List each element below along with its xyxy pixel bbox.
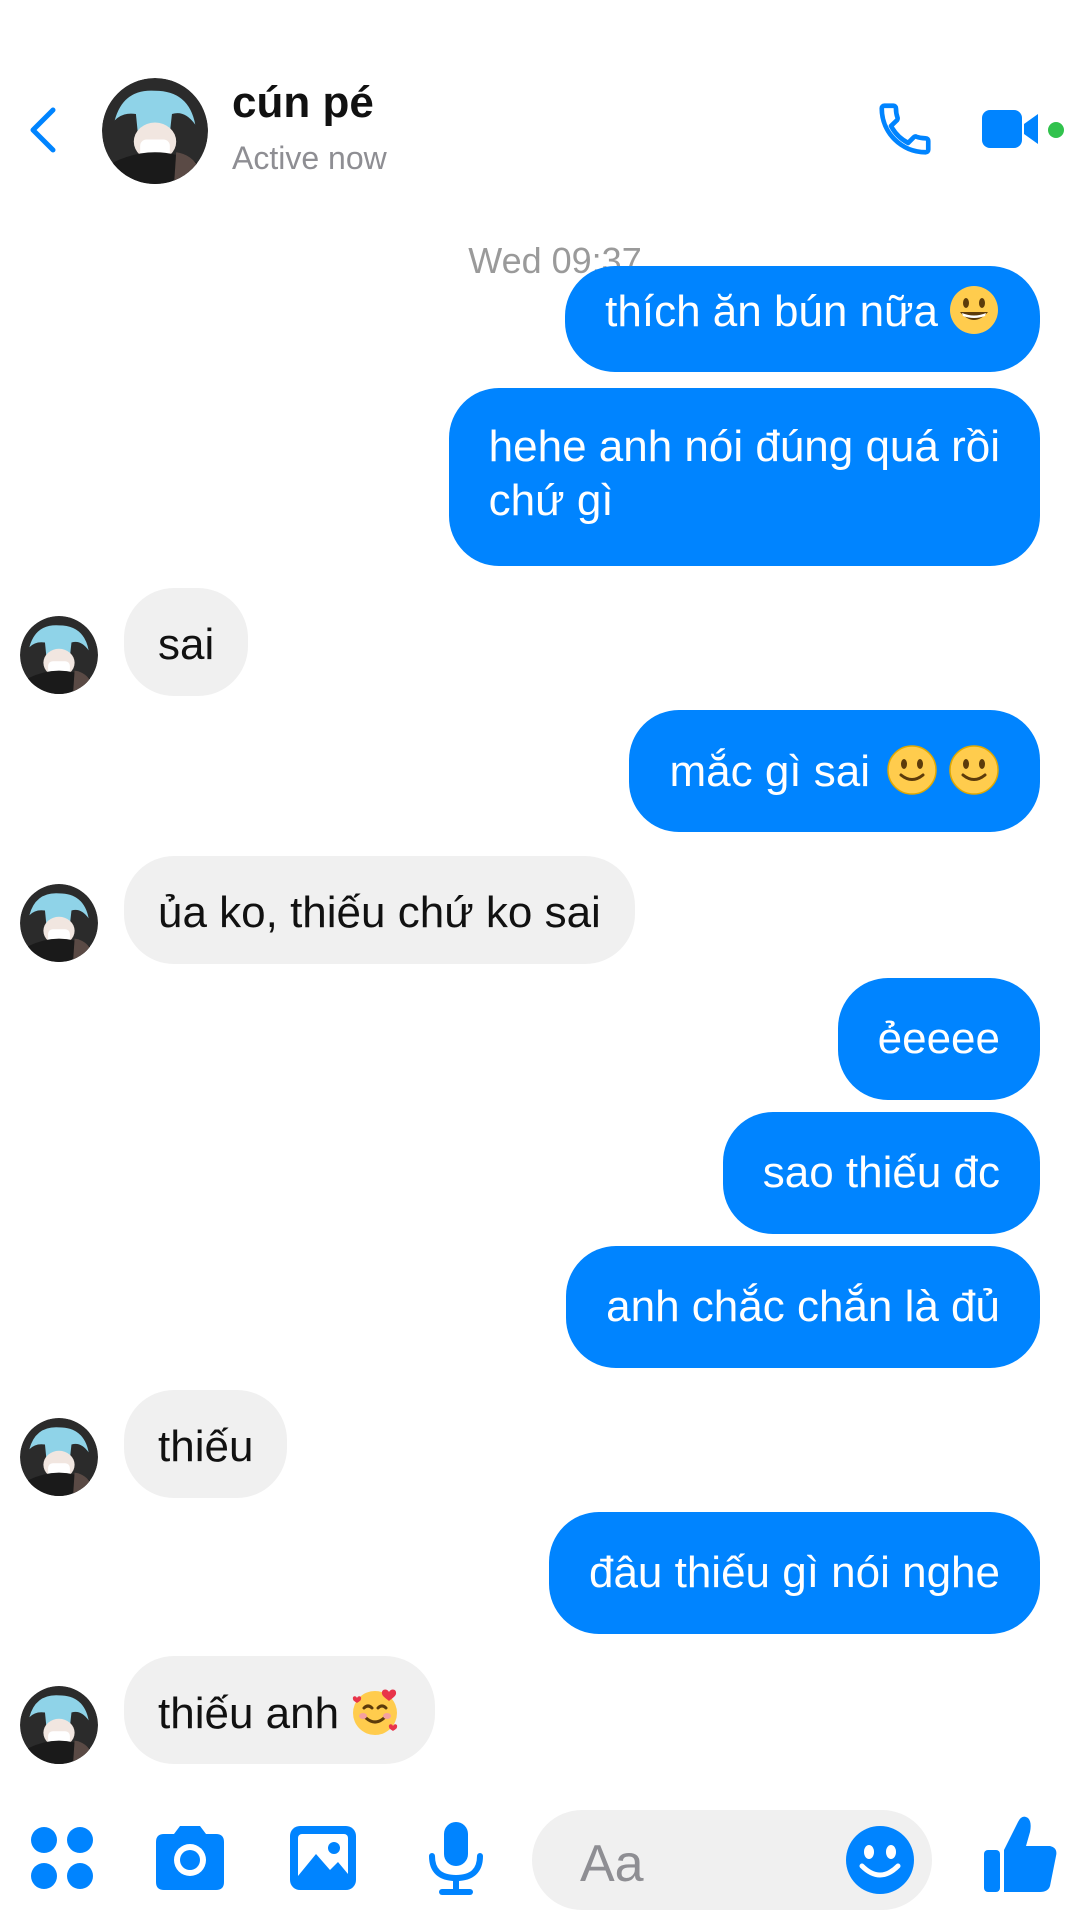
camera-icon: [156, 1826, 224, 1890]
contact-avatar-small[interactable]: [20, 1686, 98, 1764]
smiling-face-with-hearts-emoji-icon: [352, 1689, 398, 1735]
slightly-smiling-face-emoji-icon: [949, 745, 999, 795]
apps-button[interactable]: [22, 1818, 102, 1898]
message-bubble-incoming[interactable]: ủa ko, thiếu chứ ko sai: [124, 856, 635, 964]
message-text: thiếu: [158, 1422, 254, 1471]
message-text: đâu thiếu gì nói nghe: [588, 1548, 1000, 1597]
message-bubble-outgoing[interactable]: sao thiếu đc: [722, 1112, 1040, 1234]
camera-button[interactable]: [150, 1818, 230, 1898]
message-text: sai: [158, 620, 215, 669]
message-bubble-outgoing[interactable]: hehe anh nói đúng quá rồi chứ gì: [448, 388, 1040, 566]
like-icon: [984, 1816, 1057, 1892]
contact-avatar-small[interactable]: [20, 884, 98, 962]
emoji-icon[interactable]: [842, 1822, 918, 1898]
apps-icon: [31, 1827, 93, 1889]
contact-avatar-small[interactable]: [20, 1418, 98, 1496]
message-bubble-outgoing[interactable]: thích ăn bún nữa: [565, 266, 1040, 372]
like-button[interactable]: [980, 1812, 1060, 1892]
message-text: ẻeeee: [877, 1014, 1000, 1063]
contact-avatar[interactable]: [102, 78, 208, 184]
message-composer: Aa: [0, 1790, 1080, 1920]
message-text-line: hehe anh nói đúng quá rồi: [488, 422, 1000, 471]
message-bubble-outgoing[interactable]: mắc gì sai: [629, 710, 1040, 832]
message-bubble-outgoing[interactable]: đâu thiếu gì nói nghe: [548, 1512, 1040, 1634]
voice-message-button[interactable]: [416, 1818, 496, 1898]
contact-avatar-small[interactable]: [20, 616, 98, 694]
message-bubble-incoming[interactable]: thiếu anh: [124, 1656, 436, 1764]
gallery-button[interactable]: [284, 1818, 364, 1898]
message-text: ủa ko, thiếu chứ ko sai: [158, 888, 601, 937]
messenger-chat-screen: cún pé Active now Wed 09:37 thích ăn bún…: [0, 0, 1080, 1920]
grinning-face-emoji-icon: [950, 286, 998, 334]
message-bubble-outgoing[interactable]: ẻeeee: [837, 978, 1040, 1100]
active-status-dot: [1048, 122, 1064, 138]
slightly-smiling-face-emoji-icon: [887, 745, 937, 795]
microphone-icon: [429, 1822, 483, 1895]
message-text: thích ăn bún nữa: [605, 287, 938, 336]
audio-call-button[interactable]: [874, 98, 936, 160]
message-bubble-incoming[interactable]: thiếu: [124, 1390, 288, 1498]
message-text-line: chứ gì: [488, 476, 614, 525]
message-text: thiếu anh: [158, 1689, 340, 1738]
video-camera-icon: [982, 110, 1038, 148]
message-input[interactable]: Aa: [532, 1810, 932, 1910]
chevron-left-icon: [30, 107, 56, 153]
image-icon: [290, 1826, 356, 1890]
message-bubble-incoming[interactable]: sai: [124, 588, 249, 696]
phone-icon: [879, 103, 931, 155]
message-text: anh chắc chắn là đủ: [606, 1282, 1000, 1331]
message-input-placeholder: Aa: [580, 1835, 644, 1893]
contact-status: Active now: [232, 140, 387, 176]
message-text: mắc gì sai: [669, 747, 870, 796]
message-text: sao thiếu đc: [762, 1148, 1000, 1197]
message-bubble-outgoing[interactable]: anh chắc chắn là đủ: [566, 1246, 1040, 1368]
contact-name[interactable]: cún pé: [232, 78, 374, 128]
chat-header: cún pé Active now: [0, 0, 1080, 200]
back-button[interactable]: [20, 100, 64, 160]
